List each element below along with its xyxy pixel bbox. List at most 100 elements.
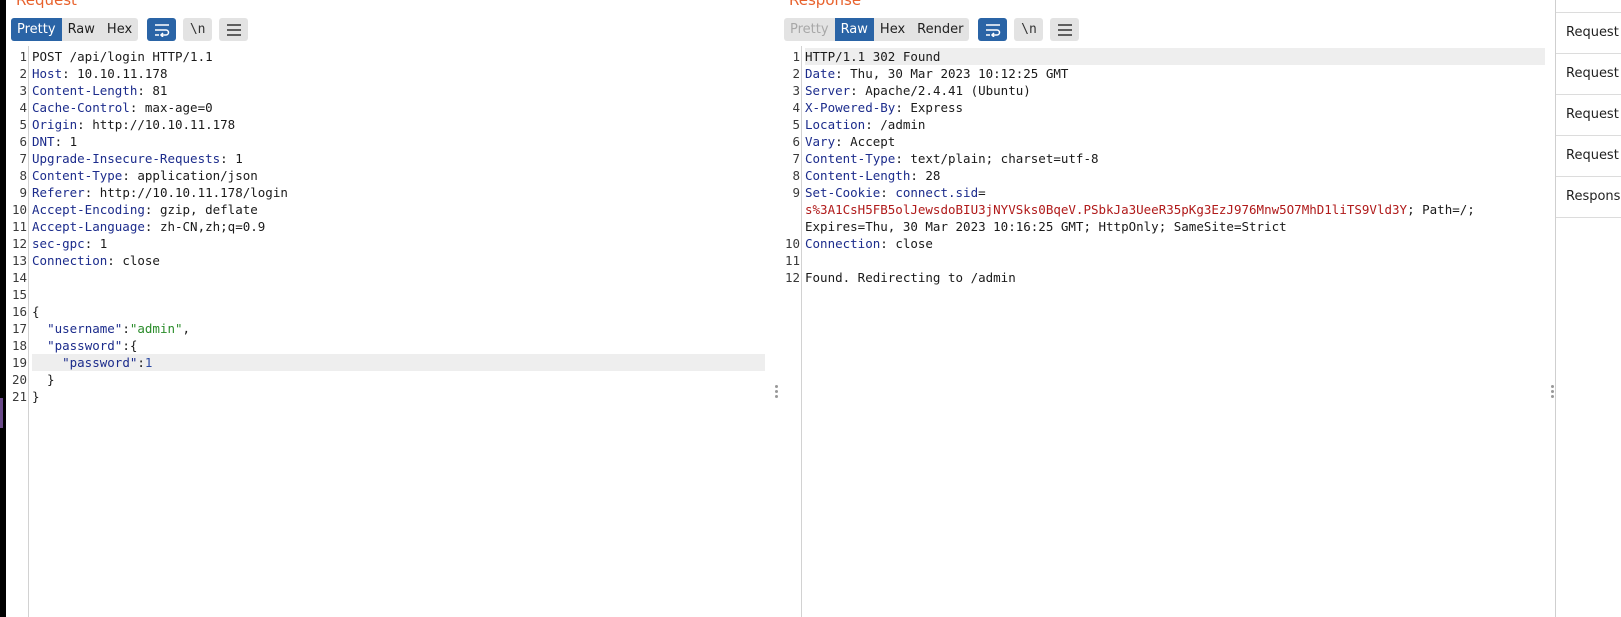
line-number: 4: [792, 100, 800, 115]
line-text: HTTP/1.1 302 Found: [805, 48, 1545, 65]
request-line: 13 Connection: close: [6, 252, 775, 269]
response-show-newlines-button[interactable]: \n: [1014, 18, 1044, 41]
line-text: DNT: 1: [32, 134, 78, 149]
line-number: 10: [11, 202, 27, 217]
line-number: 1: [19, 49, 27, 64]
line-number: 7: [792, 151, 800, 166]
hamburger-icon: [1057, 23, 1072, 36]
line-number: 16: [11, 304, 27, 319]
line-number: 3: [792, 83, 800, 98]
request-editor[interactable]: 1 POST /api/login HTTP/1.1 2 Host: 10.10.11…: [6, 46, 775, 617]
line-text: Accept-Language: zh-CN,zh;q=0.9: [32, 219, 266, 234]
line-number: 5: [19, 117, 27, 132]
line-text: Vary: Accept: [805, 134, 896, 149]
line-text: s%3A1CsH5FB5olJewsdoBIU3jNYVSks0BqeV.PSb…: [805, 202, 1475, 217]
response-pane: Response Pretty Raw Hex Render \n 1 HTTP/…: [779, 0, 1555, 617]
line-number: 21: [11, 389, 27, 404]
line-text: Found. Redirecting to /admin: [805, 270, 1016, 285]
line-number: 4: [19, 100, 27, 115]
line-number: 8: [19, 168, 27, 183]
line-text: Content-Length: 81: [32, 83, 168, 98]
request-wrap-lines-button[interactable]: [147, 18, 177, 41]
inspector-sidebar: Request A Request Q Request C Request H …: [1555, 0, 1621, 617]
line-number: 6: [792, 134, 800, 149]
sidebar-item-request-cookies[interactable]: Request C: [1556, 95, 1621, 136]
response-line: 11: [779, 252, 1555, 269]
request-tab-raw[interactable]: Raw: [62, 18, 101, 41]
line-text: [32, 286, 765, 303]
response-line: 2 Date: Thu, 30 Mar 2023 10:12:25 GMT: [779, 65, 1555, 82]
request-line: 11 Accept-Language: zh-CN,zh;q=0.9: [6, 218, 775, 235]
request-view-tabs: Pretty Raw Hex: [11, 18, 139, 41]
line-number: 2: [792, 66, 800, 81]
response-title: Response: [789, 0, 862, 9]
request-line: 10 Accept-Encoding: gzip, deflate: [6, 201, 775, 218]
request-menu-button[interactable]: [219, 18, 249, 41]
line-text: Expires=Thu, 30 Mar 2023 10:16:25 GMT; H…: [805, 219, 1287, 234]
line-number: 9: [792, 185, 800, 200]
line-number: 10: [784, 236, 800, 251]
response-line: 1 HTTP/1.1 302 Found: [779, 48, 1555, 65]
request-line: 18 "password":{: [6, 337, 775, 354]
request-toolbar: Pretty Raw Hex \n: [11, 18, 255, 41]
wrap-lines-icon: [985, 23, 1001, 37]
request-tab-hex[interactable]: Hex: [101, 18, 138, 41]
line-text: POST /api/login HTTP/1.1: [32, 49, 213, 64]
response-tab-render[interactable]: Render: [911, 18, 969, 41]
line-text: [32, 269, 765, 286]
response-tab-raw[interactable]: Raw: [834, 18, 874, 41]
line-text: "password":1: [32, 354, 765, 371]
line-number: 18: [11, 338, 27, 353]
line-text: Referer: http://10.10.11.178/login: [32, 185, 288, 200]
response-tab-pretty[interactable]: Pretty: [784, 18, 835, 41]
sidebar-item-response-headers[interactable]: Response: [1556, 177, 1621, 218]
hamburger-icon: [226, 23, 241, 36]
request-line: 9 Referer: http://10.10.11.178/login: [6, 184, 775, 201]
line-number: 2: [19, 66, 27, 81]
request-line: 20 }: [6, 371, 775, 388]
request-title: Request: [16, 0, 77, 9]
request-line: 5 Origin: http://10.10.11.178: [6, 116, 775, 133]
line-text: Origin: http://10.10.11.178: [32, 117, 236, 132]
line-text: Set-Cookie: connect.sid=: [805, 185, 986, 200]
sidebar-item-request-headers[interactable]: Request H: [1556, 136, 1621, 177]
request-show-newlines-button[interactable]: \n: [183, 18, 213, 41]
response-line: 8 Content-Length: 28: [779, 167, 1555, 184]
request-lines: 1 POST /api/login HTTP/1.1 2 Host: 10.10.11…: [6, 48, 775, 405]
line-text: Cache-Control: max-age=0: [32, 100, 213, 115]
response-line: 9 Set-Cookie: connect.sid=: [779, 184, 1555, 201]
response-editor[interactable]: 1 HTTP/1.1 302 Found 2 Date: Thu, 30 Mar 20…: [779, 46, 1555, 617]
request-tab-pretty[interactable]: Pretty: [11, 18, 62, 41]
line-text: Content-Length: 28: [805, 168, 941, 183]
line-text: Date: Thu, 30 Mar 2023 10:12:25 GMT: [805, 66, 1069, 81]
response-line: 5 Location: /admin: [779, 116, 1555, 133]
line-number: 13: [11, 253, 27, 268]
line-text: Host: 10.10.11.178: [32, 66, 168, 81]
line-text: sec-gpc: 1: [32, 236, 108, 251]
response-menu-button[interactable]: [1050, 18, 1080, 41]
line-text: Accept-Encoding: gzip, deflate: [32, 202, 258, 217]
response-toolbar: Pretty Raw Hex Render \n: [784, 18, 1086, 41]
line-text: Connection: close: [32, 253, 160, 268]
line-text: }: [32, 389, 40, 404]
request-line: 3 Content-Length: 81: [6, 82, 775, 99]
line-text: Upgrade-Insecure-Requests: 1: [32, 151, 243, 166]
response-line: 7 Content-Type: text/plain; charset=utf-8: [779, 150, 1555, 167]
response-wrap-lines-button[interactable]: [978, 18, 1008, 41]
line-number: 19: [11, 355, 27, 370]
sidebar-item-request-query[interactable]: Request Q: [1556, 54, 1621, 95]
request-line: 12 sec-gpc: 1: [6, 235, 775, 252]
sidebar-item-request-attributes[interactable]: Request A: [1556, 13, 1621, 54]
line-number: 5: [792, 117, 800, 132]
response-tab-hex[interactable]: Hex: [874, 18, 911, 41]
line-text: Content-Type: application/json: [32, 168, 258, 183]
line-number: 20: [11, 372, 27, 387]
request-line: 1 POST /api/login HTTP/1.1: [6, 48, 775, 65]
line-text: [805, 252, 1545, 269]
response-line: s%3A1CsH5FB5olJewsdoBIU3jNYVSks0BqeV.PSb…: [779, 201, 1555, 218]
request-line: 4 Cache-Control: max-age=0: [6, 99, 775, 116]
request-line: 8 Content-Type: application/json: [6, 167, 775, 184]
response-line: 10 Connection: close: [779, 235, 1555, 252]
line-number: 15: [11, 287, 27, 302]
request-line: 19 "password":1: [6, 354, 775, 371]
